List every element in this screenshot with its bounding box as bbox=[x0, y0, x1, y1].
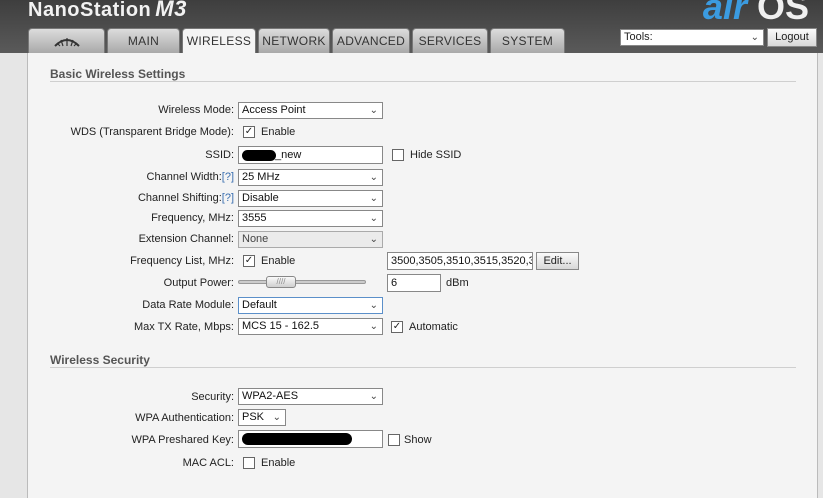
channel-width-value: 25 MHz bbox=[242, 171, 280, 183]
channel-width-help-link[interactable]: [?] bbox=[222, 171, 234, 183]
security-value: WPA2-AES bbox=[242, 390, 299, 402]
frequency-list-edit-button[interactable]: Edit... bbox=[536, 252, 579, 270]
channel-shifting-value: Disable bbox=[242, 192, 279, 204]
chevron-down-icon: ⌄ bbox=[369, 193, 378, 204]
extension-channel-select[interactable]: None ⌄ bbox=[238, 231, 383, 248]
product-name: NanoStation M3 bbox=[28, 0, 187, 22]
frequency-list-input[interactable]: 3500,3505,3510,3515,3520,3 bbox=[387, 252, 533, 270]
mac-acl-checkbox[interactable] bbox=[243, 457, 255, 469]
content-panel: Basic Wireless Settings Wireless Mode: A… bbox=[27, 53, 818, 498]
max-tx-rate-select[interactable]: MCS 15 - 162.5 ⌄ bbox=[238, 318, 383, 335]
channel-width-label-text: Channel Width: bbox=[146, 171, 222, 183]
logout-button[interactable]: Logout bbox=[767, 28, 817, 47]
tab-wireless[interactable]: WIRELESS bbox=[182, 28, 256, 54]
wireless-mode-label: Wireless Mode: bbox=[158, 104, 234, 116]
tab-system[interactable]: SYSTEM bbox=[490, 28, 565, 53]
max-tx-automatic-checkbox[interactable]: ✓ bbox=[391, 321, 403, 333]
output-power-unit: dBm bbox=[446, 277, 469, 289]
ssid-value: _new bbox=[275, 149, 302, 161]
channel-shifting-label: Channel Shifting:[?] bbox=[138, 192, 234, 204]
max-tx-rate-label: Max TX Rate, Mbps: bbox=[133, 321, 234, 333]
wpa-key-redaction bbox=[242, 433, 352, 445]
wds-label: WDS (Transparent Bridge Mode): bbox=[70, 126, 234, 138]
frequency-list-enable-text: Enable bbox=[261, 255, 296, 267]
wds-checkbox[interactable]: ✓ bbox=[243, 126, 255, 138]
frequency-select[interactable]: 3555 ⌄ bbox=[238, 210, 383, 227]
frequency-label: Frequency, MHz: bbox=[151, 212, 234, 224]
output-power-slider-handle[interactable]: //// bbox=[266, 276, 296, 288]
tools-select[interactable]: Tools: ⌄ bbox=[620, 29, 764, 46]
wpa-key-show-text: Show bbox=[404, 434, 432, 446]
tab-services[interactable]: SERVICES bbox=[412, 28, 488, 53]
chevron-down-icon: ⌄ bbox=[369, 300, 378, 311]
tab-logo[interactable] bbox=[28, 28, 105, 53]
airos-logo: air OS bbox=[703, 0, 809, 28]
frequency-value: 3555 bbox=[242, 212, 267, 224]
wds-enable-text: Enable bbox=[261, 126, 296, 138]
chevron-down-icon: ⌄ bbox=[369, 172, 378, 183]
wpa-authentication-label: WPA Authentication: bbox=[135, 412, 234, 424]
chevron-down-icon: ⌄ bbox=[369, 391, 378, 402]
extension-channel-label: Extension Channel: bbox=[138, 233, 234, 245]
channel-width-label: Channel Width:[?] bbox=[147, 171, 234, 183]
product-label: NanoStation bbox=[28, 0, 152, 21]
chevron-down-icon: ⌄ bbox=[369, 321, 378, 332]
max-tx-rate-value: MCS 15 - 162.5 bbox=[242, 320, 320, 332]
tab-advanced[interactable]: ADVANCED bbox=[332, 28, 410, 53]
max-tx-automatic-text: Automatic bbox=[409, 321, 458, 333]
tab-network[interactable]: NETWORK bbox=[258, 28, 330, 53]
header-bar: NanoStation M3 air OS MAIN WIRELESS NETWO… bbox=[0, 0, 823, 54]
output-power-input[interactable]: 6 bbox=[387, 274, 441, 292]
data-rate-module-select[interactable]: Default ⌄ bbox=[238, 297, 383, 314]
chevron-down-icon: ⌄ bbox=[369, 213, 378, 224]
chevron-down-icon: ⌄ bbox=[369, 105, 378, 116]
basic-wireless-title: Basic Wireless Settings bbox=[50, 67, 186, 81]
output-power-label: Output Power: bbox=[163, 277, 234, 289]
chevron-down-icon: ⌄ bbox=[369, 234, 378, 245]
output-power-slider-track[interactable] bbox=[238, 280, 366, 284]
tab-main[interactable]: MAIN bbox=[107, 28, 180, 53]
hide-ssid-text: Hide SSID bbox=[410, 149, 462, 161]
security-label: Security: bbox=[191, 391, 234, 403]
section-divider bbox=[50, 367, 796, 368]
section-divider bbox=[50, 81, 796, 82]
frequency-list-label: Frequency List, MHz: bbox=[130, 255, 234, 267]
wpa-authentication-value: PSK bbox=[242, 411, 265, 423]
logo-air-text: air bbox=[702, 0, 747, 27]
mac-acl-label: MAC ACL: bbox=[182, 457, 234, 469]
hide-ssid-checkbox[interactable] bbox=[392, 149, 404, 161]
channel-shifting-select[interactable]: Disable ⌄ bbox=[238, 190, 383, 207]
frequency-list-checkbox[interactable]: ✓ bbox=[243, 255, 255, 267]
wireless-security-title: Wireless Security bbox=[50, 353, 150, 367]
logo-os-text: OS bbox=[756, 0, 809, 27]
ssid-redaction bbox=[242, 150, 276, 161]
security-select[interactable]: WPA2-AES ⌄ bbox=[238, 388, 383, 405]
ssid-label: SSID: bbox=[205, 149, 234, 161]
channel-width-select[interactable]: 25 MHz ⌄ bbox=[238, 169, 383, 186]
channel-shifting-help-link[interactable]: [?] bbox=[222, 192, 234, 204]
data-rate-module-label: Data Rate Module: bbox=[142, 299, 234, 311]
wpa-preshared-key-label: WPA Preshared Key: bbox=[131, 434, 234, 446]
wireless-mode-value: Access Point bbox=[242, 104, 306, 116]
wpa-authentication-select[interactable]: PSK ⌄ bbox=[238, 409, 286, 426]
wireless-mode-select[interactable]: Access Point ⌄ bbox=[238, 102, 383, 119]
data-rate-module-value: Default bbox=[242, 299, 277, 311]
chevron-down-icon: ⌄ bbox=[272, 412, 281, 423]
product-model: M3 bbox=[155, 0, 187, 21]
ubnt-logo-icon bbox=[53, 37, 80, 47]
mac-acl-enable-text: Enable bbox=[261, 457, 296, 469]
tools-select-value: Tools: bbox=[624, 31, 653, 43]
channel-shifting-label-text: Channel Shifting: bbox=[137, 192, 222, 204]
extension-channel-value: None bbox=[242, 233, 269, 245]
wpa-key-show-checkbox[interactable] bbox=[388, 434, 400, 446]
chevron-down-icon: ⌄ bbox=[750, 32, 759, 43]
